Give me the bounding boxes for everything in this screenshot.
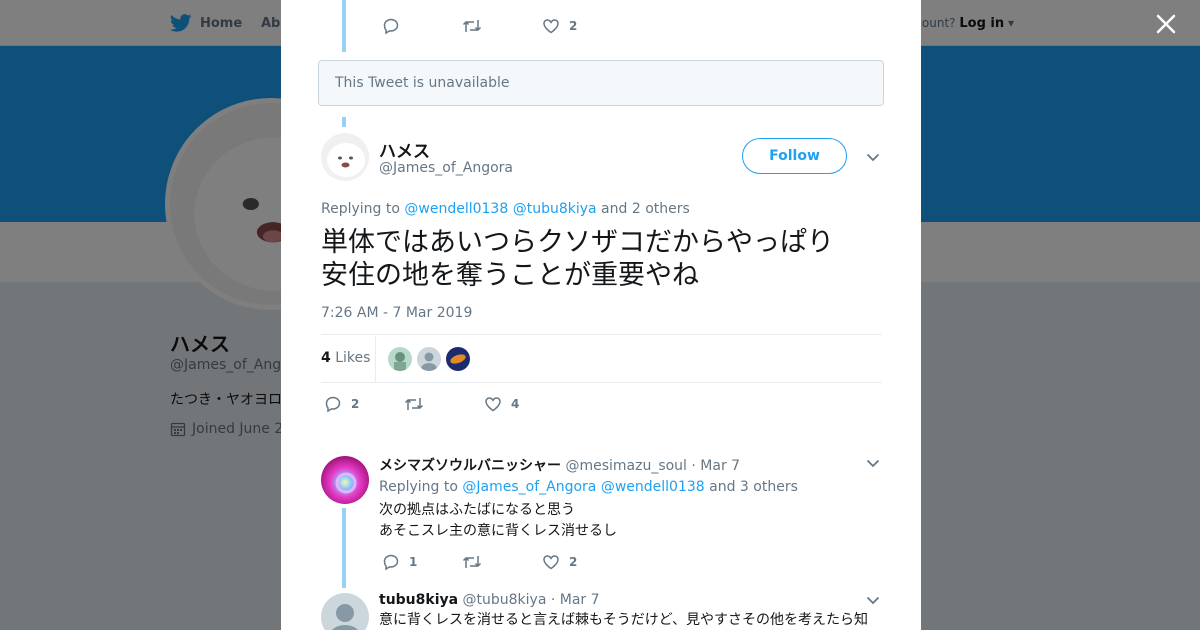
reply-action[interactable]: 1	[382, 553, 462, 571]
mention-link[interactable]: @wendell0138	[601, 479, 705, 495]
chevron-down-icon	[866, 153, 880, 162]
divider	[375, 336, 376, 382]
default-avatar-image	[321, 593, 369, 630]
previous-tweet-actions: 2	[382, 17, 577, 35]
author-avatar[interactable]	[321, 133, 369, 181]
reply-text-line: あそこスレ主の意に背くレス消せるし	[379, 523, 617, 539]
reply-action[interactable]: 2	[324, 395, 404, 413]
reply-date[interactable]: · Mar 7	[551, 592, 600, 608]
reply-icon	[325, 396, 341, 413]
reply-icon	[383, 18, 399, 35]
like-action[interactable]: 2	[542, 17, 577, 35]
replying-to-prefix: Replying to	[379, 479, 458, 495]
unavailable-tweet-notice: This Tweet is unavailable	[318, 60, 884, 106]
reply-text-line: 意に背くレスを消せると言えば棘もそうだけど、見やすさその他を考えたら知	[379, 612, 869, 628]
replying-to-prefix: Replying to	[321, 201, 400, 217]
like-count: 2	[569, 555, 578, 569]
tweet-menu-button[interactable]	[865, 149, 881, 169]
liker-avatar-image	[388, 347, 412, 371]
reply-author-handle[interactable]: @mesimazu_soul	[565, 458, 687, 474]
reply-count: 1	[409, 555, 418, 569]
reply-text: 意に背くレスを消せると言えば棘もそうだけど、見やすさその他を考えたら知	[379, 610, 899, 630]
close-modal-button[interactable]	[1152, 10, 1180, 38]
replying-to-line: Replying to @wendell0138 @tubu8kiya and …	[321, 201, 690, 217]
tweet-timestamp[interactable]: 7:26 AM - 7 Mar 2019	[321, 305, 472, 321]
heart-icon	[485, 397, 501, 412]
like-action[interactable]: 4	[484, 395, 519, 413]
like-count: 4	[511, 397, 520, 411]
retweet-action[interactable]	[462, 17, 542, 35]
reply-author-name[interactable]: メシマズソウルバニッシャー	[379, 458, 561, 474]
author-name[interactable]: ハメス	[379, 137, 430, 162]
retweet-icon	[404, 398, 424, 410]
mention-link[interactable]: @tubu8kiya	[513, 201, 597, 217]
thread-line	[342, 508, 346, 588]
likes-stat-count: 4	[321, 350, 331, 366]
default-avatar-image	[417, 347, 441, 371]
liker-avatar[interactable]	[446, 347, 470, 371]
chevron-down-icon	[866, 459, 880, 468]
retweet-action[interactable]	[404, 395, 484, 413]
mention-link[interactable]: @James_of_Angora	[462, 479, 596, 495]
like-count: 2	[569, 19, 578, 33]
liker-avatar[interactable]	[388, 347, 412, 371]
replying-to-line: Replying to @James_of_Angora @wendell013…	[379, 479, 798, 495]
tweet-text-line: 単体ではあいつらクソザコだからやっぱり	[321, 227, 834, 258]
heart-icon	[543, 19, 559, 34]
reply-author-avatar[interactable]	[321, 456, 369, 504]
tweet-actions: 2 4	[324, 395, 519, 413]
angora-cat-avatar-image	[321, 133, 369, 181]
reply-date[interactable]: · Mar 7	[691, 458, 740, 474]
reply-author-handle[interactable]: @tubu8kiya	[463, 592, 547, 608]
tweet-text-line: 安住の地を奪うことが重要やね	[321, 260, 699, 291]
divider	[321, 382, 882, 383]
follow-button[interactable]: Follow	[742, 138, 847, 174]
likes-stat[interactable]: 4 Likes	[321, 350, 370, 366]
retweet-icon	[462, 556, 482, 568]
reply-action[interactable]	[382, 17, 462, 35]
reply-count: 2	[351, 397, 360, 411]
reply-header: tubu8kiya @tubu8kiya · Mar 7	[379, 592, 600, 608]
liker-avatar-image	[446, 347, 470, 371]
liker-avatar[interactable]	[417, 347, 441, 371]
retweet-action[interactable]	[462, 553, 542, 571]
reply-text: 次の拠点はふたばになると思う あそこスレ主の意に背くレス消せるし	[379, 500, 879, 542]
likes-stat-label: Likes	[335, 350, 371, 366]
others-link[interactable]: and 3 others	[709, 479, 798, 495]
mention-link[interactable]: @wendell0138	[404, 201, 508, 217]
others-link[interactable]: and 2 others	[601, 201, 690, 217]
tweet-permalink-modal: 〜〜れたんよ…なったら 〜〜ですね 2 This Tweet is unavai…	[281, 0, 921, 630]
retweet-icon	[462, 20, 482, 32]
reply-menu-button[interactable]	[865, 592, 881, 612]
reply-text-line: 次の拠点はふたばになると思う	[379, 502, 575, 518]
chevron-down-icon	[866, 596, 880, 605]
previous-tweet-text-cutoff: 〜〜れたんよ…なったら 〜〜ですね	[379, 0, 679, 4]
reply-header: メシマズソウルバニッシャー @mesimazu_soul · Mar 7	[379, 455, 740, 475]
like-action[interactable]: 2	[542, 553, 577, 571]
thread-line	[342, 0, 346, 52]
divider	[321, 334, 882, 335]
reply-actions: 1 2	[382, 553, 577, 571]
reply-author-name[interactable]: tubu8kiya	[379, 592, 458, 608]
reply-icon	[383, 554, 399, 571]
tweet-text: 単体ではあいつらクソザコだからやっぱり 安住の地を奪うことが重要やね	[321, 226, 881, 292]
reply-author-avatar[interactable]	[321, 593, 369, 630]
close-icon	[1156, 14, 1176, 34]
heart-icon	[543, 555, 559, 570]
swirl-avatar-image	[321, 456, 369, 504]
reply-menu-button[interactable]	[865, 455, 881, 475]
thread-line	[342, 117, 346, 127]
author-handle[interactable]: @James_of_Angora	[379, 160, 513, 176]
